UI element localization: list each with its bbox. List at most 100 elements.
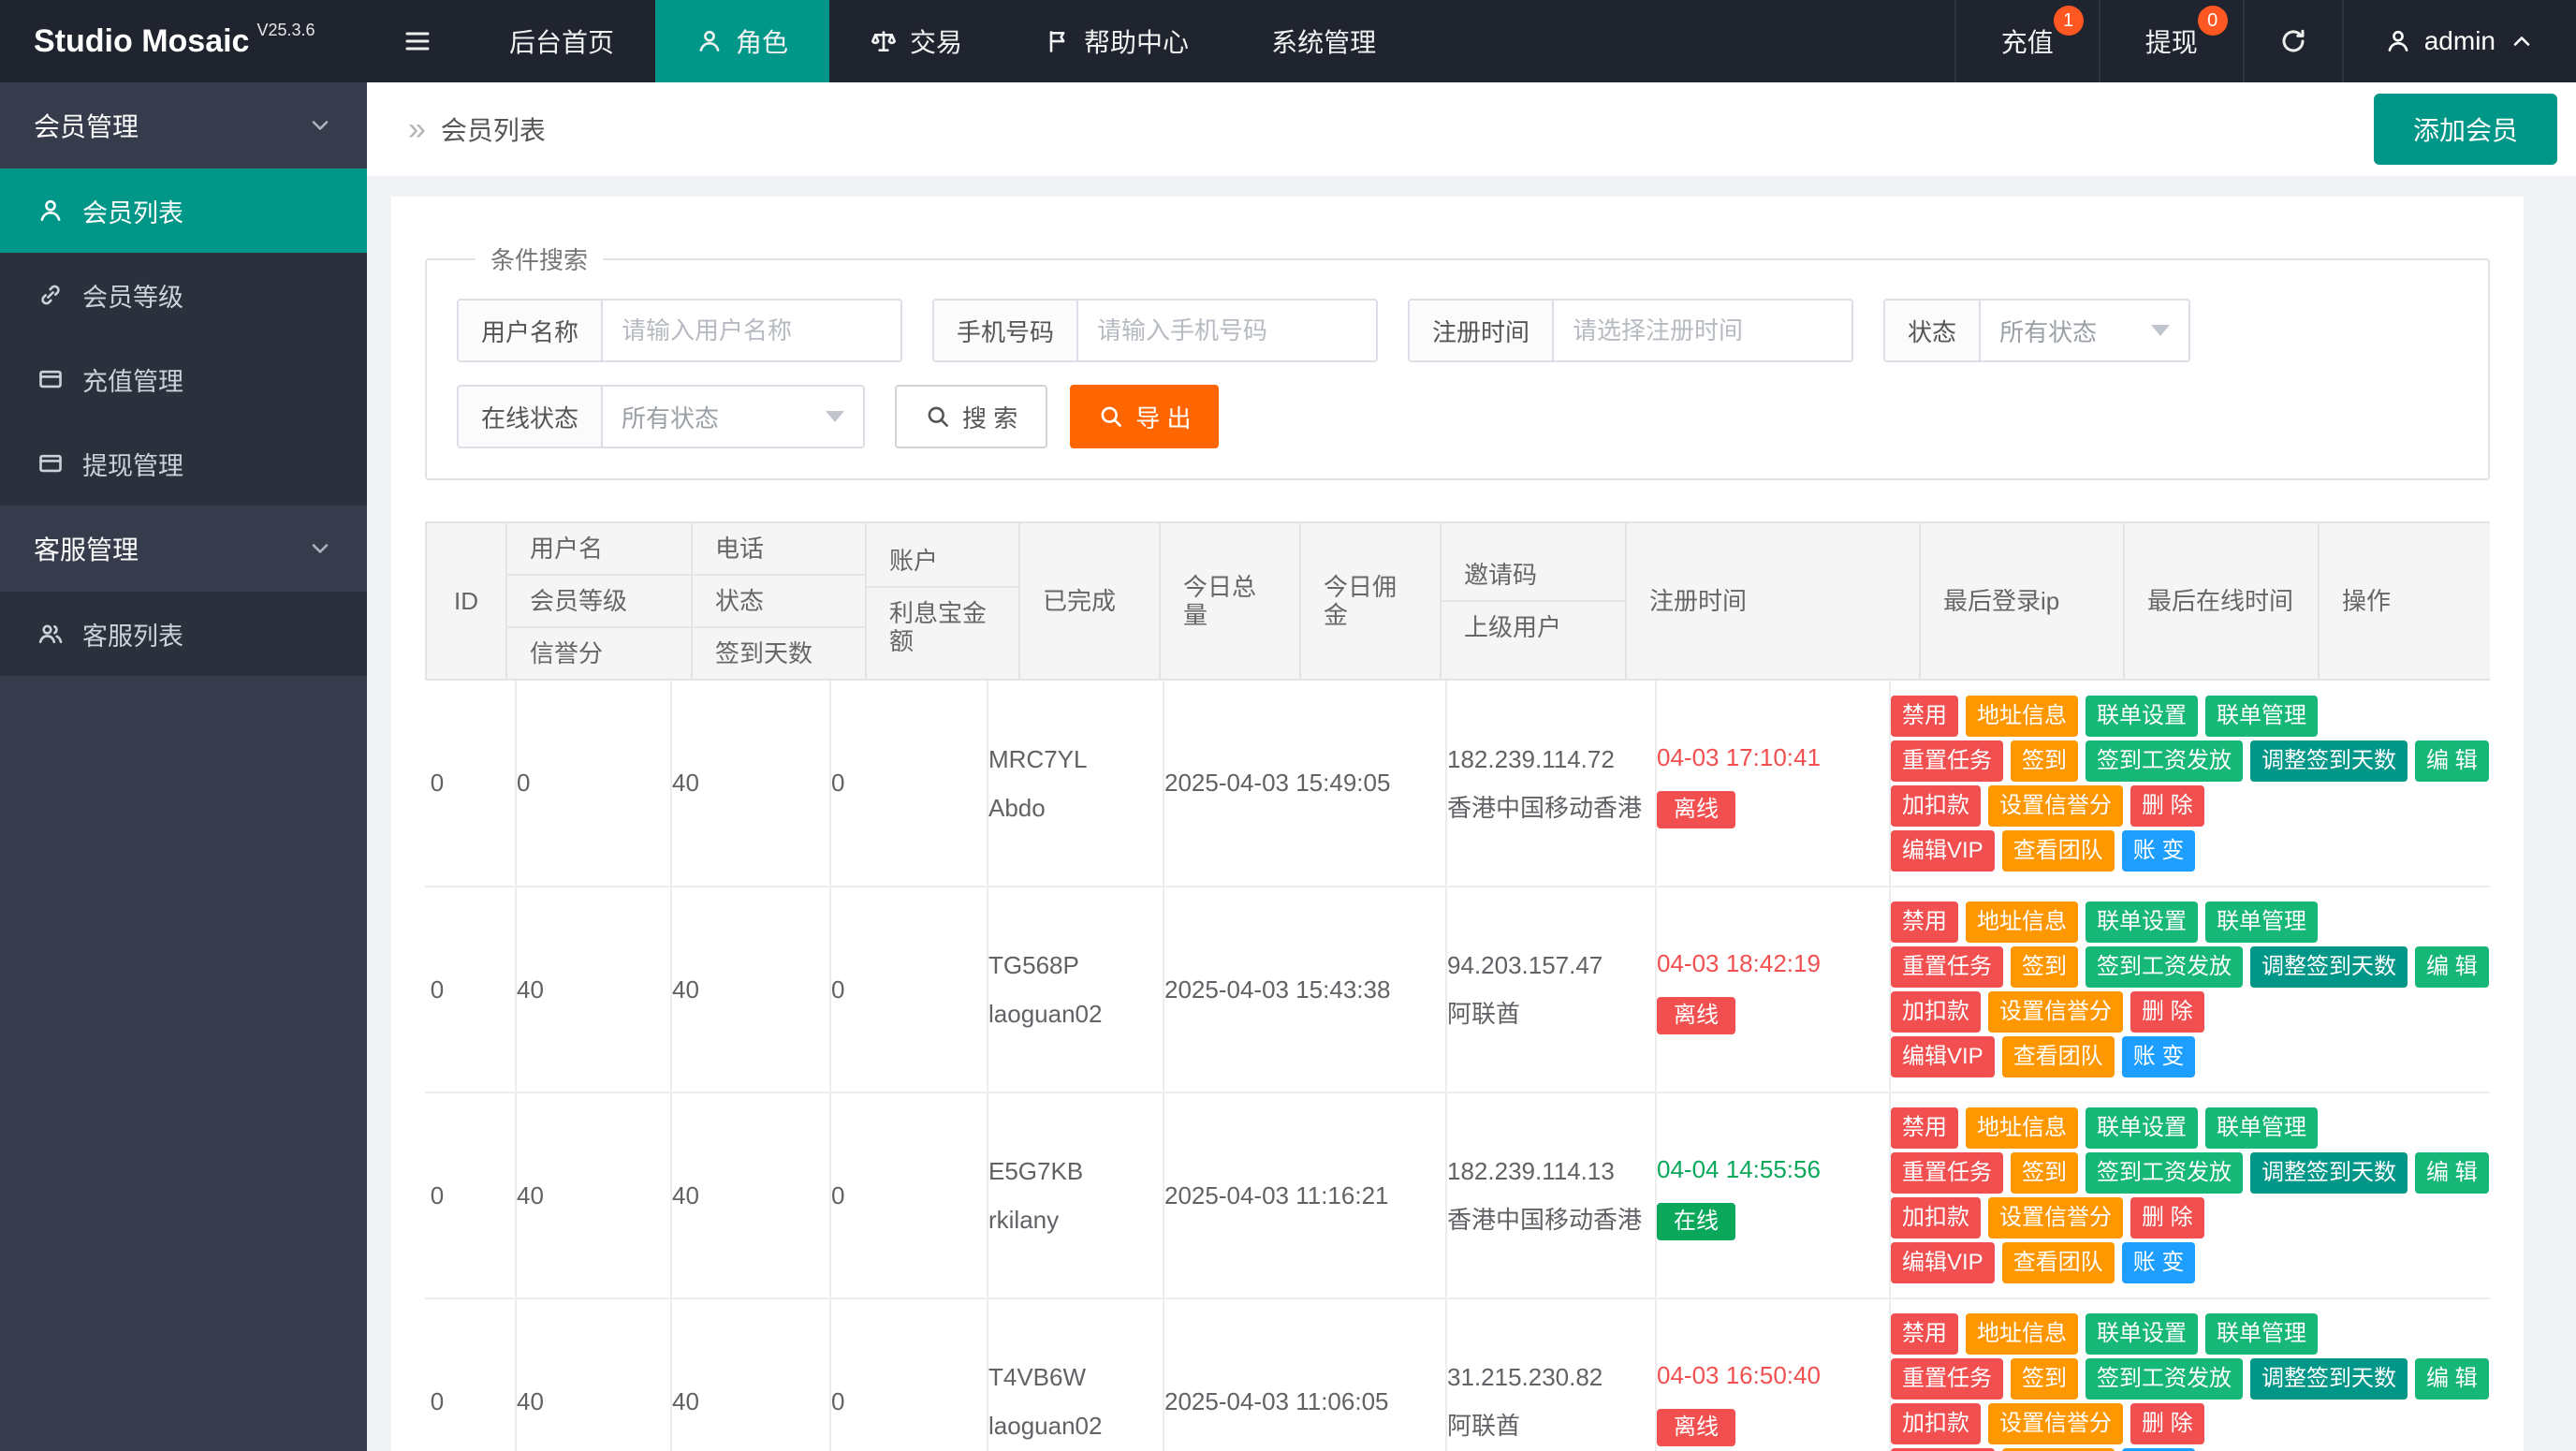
action-button-order-settings[interactable]: 联单设置 bbox=[2086, 901, 2198, 943]
hamburger-button[interactable] bbox=[367, 0, 468, 82]
action-button-set-credit[interactable]: 设置信誉分 bbox=[1988, 991, 2123, 1033]
action-button-order-manage[interactable]: 联单管理 bbox=[2205, 696, 2318, 737]
action-button-view-team[interactable]: 查看团队 bbox=[2002, 830, 2115, 872]
action-button-edit[interactable]: 编 辑 bbox=[2415, 1358, 2489, 1400]
action-button-sign-salary[interactable]: 签到工资发放 bbox=[2086, 946, 2243, 988]
action-button-add-deduct[interactable]: 加扣款 bbox=[1891, 991, 1981, 1033]
action-button-edit[interactable]: 编 辑 bbox=[2415, 946, 2489, 988]
id-cell: 0 bbox=[425, 887, 516, 1092]
action-button-reset-task[interactable]: 重置任务 bbox=[1891, 946, 2003, 988]
action-button-edit-vip[interactable]: 编辑VIP bbox=[1891, 830, 1995, 872]
action-button-view-team[interactable]: 查看团队 bbox=[2002, 1036, 2115, 1077]
top-navbar: Studio Mosaic V25.3.6 后台首页 角色 交易 帮助中心 系统… bbox=[0, 0, 2576, 82]
action-button-disable[interactable]: 禁用 bbox=[1891, 1313, 1958, 1355]
action-button-order-manage[interactable]: 联单管理 bbox=[2205, 1313, 2318, 1355]
action-button-set-credit[interactable]: 设置信誉分 bbox=[1988, 1197, 2123, 1238]
status-select[interactable]: 所有状态 bbox=[1981, 299, 2190, 362]
sign-days-cell: 40 bbox=[671, 887, 830, 1092]
action-button-sign-in[interactable]: 签到 bbox=[2011, 1358, 2078, 1400]
action-button-address-info[interactable]: 地址信息 bbox=[1966, 901, 2078, 943]
action-button-order-manage[interactable]: 联单管理 bbox=[2205, 901, 2318, 943]
nav-item-roles[interactable]: 角色 bbox=[655, 0, 829, 82]
sidebar-item-member-list[interactable]: 会员列表 bbox=[0, 169, 367, 253]
action-button-order-settings[interactable]: 联单设置 bbox=[2086, 1313, 2198, 1355]
action-button-adjust-sign-days[interactable]: 调整签到天数 bbox=[2250, 1152, 2408, 1194]
register-time-input[interactable] bbox=[1554, 299, 1853, 362]
recharge-button[interactable]: 充值 1 bbox=[1954, 0, 2099, 82]
phone-input[interactable] bbox=[1078, 299, 1378, 362]
action-button-order-settings[interactable]: 联单设置 bbox=[2086, 696, 2198, 737]
username-input[interactable] bbox=[603, 299, 902, 362]
action-button-disable[interactable]: 禁用 bbox=[1891, 901, 1958, 943]
action-button-sign-salary[interactable]: 签到工资发放 bbox=[2086, 1358, 2243, 1400]
nav-item-label: 后台首页 bbox=[509, 22, 614, 60]
sidebar-group-member-management[interactable]: 会员管理 bbox=[0, 82, 367, 169]
action-button-account-change[interactable]: 账 变 bbox=[2122, 1036, 2196, 1077]
header-label: 今日总量 bbox=[1161, 562, 1299, 640]
nav-item-system[interactable]: 系统管理 bbox=[1230, 0, 1417, 82]
sidebar-item-support-list[interactable]: 客服列表 bbox=[0, 592, 367, 676]
action-button-account-change[interactable]: 账 变 bbox=[2122, 830, 2196, 872]
action-button-reset-task[interactable]: 重置任务 bbox=[1891, 1152, 2003, 1194]
nav-item-help-center[interactable]: 帮助中心 bbox=[1003, 0, 1230, 82]
refresh-button[interactable] bbox=[2243, 0, 2342, 82]
header-label: 利息宝金额 bbox=[867, 588, 1018, 667]
action-button-delete[interactable]: 删 除 bbox=[2130, 991, 2204, 1033]
action-button-row: 重置任务签到签到工资发放调整签到天数编 辑 bbox=[1891, 1358, 2490, 1400]
last-online-time: 04-03 18:42:19 bbox=[1657, 945, 1889, 982]
action-button-sign-salary[interactable]: 签到工资发放 bbox=[2086, 1152, 2243, 1194]
action-button-sign-in[interactable]: 签到 bbox=[2011, 1152, 2078, 1194]
actions-cell: 禁用地址信息联单设置联单管理重置任务签到签到工资发放调整签到天数编 辑加扣款设置… bbox=[1890, 1092, 2490, 1298]
action-button-sign-in[interactable]: 签到 bbox=[2011, 740, 2078, 782]
action-button-edit-vip[interactable]: 编辑VIP bbox=[1891, 1036, 1995, 1077]
action-button-order-manage[interactable]: 联单管理 bbox=[2205, 1107, 2318, 1149]
action-button-add-deduct[interactable]: 加扣款 bbox=[1891, 1403, 1981, 1444]
action-button-set-credit[interactable]: 设置信誉分 bbox=[1988, 785, 2123, 827]
action-button-add-deduct[interactable]: 加扣款 bbox=[1891, 785, 1981, 827]
action-button-delete[interactable]: 删 除 bbox=[2130, 1197, 2204, 1238]
app-name: Studio Mosaic bbox=[34, 23, 249, 60]
dropdown-arrow-icon bbox=[826, 411, 844, 422]
ip-address: 182.239.114.13 bbox=[1447, 1147, 1655, 1195]
action-button-account-change[interactable]: 账 变 bbox=[2122, 1242, 2196, 1283]
action-button-order-settings[interactable]: 联单设置 bbox=[2086, 1107, 2198, 1149]
action-button-delete[interactable]: 删 除 bbox=[2130, 785, 2204, 827]
action-button-add-deduct[interactable]: 加扣款 bbox=[1891, 1197, 1981, 1238]
action-button-adjust-sign-days[interactable]: 调整签到天数 bbox=[2250, 946, 2408, 988]
action-button-sign-salary[interactable]: 签到工资发放 bbox=[2086, 740, 2243, 782]
action-button-edit[interactable]: 编 辑 bbox=[2415, 1152, 2489, 1194]
action-button-reset-task[interactable]: 重置任务 bbox=[1891, 740, 2003, 782]
online-status-select[interactable]: 所有状态 bbox=[603, 385, 865, 448]
action-button-address-info[interactable]: 地址信息 bbox=[1966, 696, 2078, 737]
score-cell: 40 bbox=[516, 1298, 671, 1451]
action-button-adjust-sign-days[interactable]: 调整签到天数 bbox=[2250, 1358, 2408, 1400]
last-online-cell: 04-03 17:10:41离线 bbox=[1656, 681, 1890, 887]
sidebar-item-recharge-management[interactable]: 充值管理 bbox=[0, 337, 367, 421]
header-label: 注册时间 bbox=[1627, 576, 1919, 626]
export-button[interactable]: 导 出 bbox=[1070, 385, 1219, 448]
action-button-disable[interactable]: 禁用 bbox=[1891, 1107, 1958, 1149]
action-button-sign-in[interactable]: 签到 bbox=[2011, 946, 2078, 988]
nav-item-dashboard[interactable]: 后台首页 bbox=[468, 0, 655, 82]
withdraw-button[interactable]: 提现 0 bbox=[2099, 0, 2243, 82]
parent-user: laoguan02 bbox=[988, 989, 1163, 1038]
action-button-disable[interactable]: 禁用 bbox=[1891, 696, 1958, 737]
search-button[interactable]: 搜 索 bbox=[895, 385, 1047, 448]
actions-cell: 禁用地址信息联单设置联单管理重置任务签到签到工资发放调整签到天数编 辑加扣款设置… bbox=[1890, 1298, 2490, 1451]
sidebar-item-member-level[interactable]: 会员等级 bbox=[0, 253, 367, 337]
action-button-reset-task[interactable]: 重置任务 bbox=[1891, 1358, 2003, 1400]
action-button-edit[interactable]: 编 辑 bbox=[2415, 740, 2489, 782]
sidebar-group-support-management[interactable]: 客服管理 bbox=[0, 506, 367, 592]
add-member-button[interactable]: 添加会员 bbox=[2374, 94, 2557, 165]
action-button-address-info[interactable]: 地址信息 bbox=[1966, 1313, 2078, 1355]
action-button-address-info[interactable]: 地址信息 bbox=[1966, 1107, 2078, 1149]
action-button-edit-vip[interactable]: 编辑VIP bbox=[1891, 1242, 1995, 1283]
user-menu[interactable]: admin bbox=[2342, 0, 2576, 82]
action-button-set-credit[interactable]: 设置信誉分 bbox=[1988, 1403, 2123, 1444]
action-button-view-team[interactable]: 查看团队 bbox=[2002, 1242, 2115, 1283]
sidebar-item-withdraw-management[interactable]: 提现管理 bbox=[0, 421, 367, 506]
nav-item-trade[interactable]: 交易 bbox=[829, 0, 1003, 82]
action-button-adjust-sign-days[interactable]: 调整签到天数 bbox=[2250, 740, 2408, 782]
id-cell: 0 bbox=[425, 1298, 516, 1451]
action-button-delete[interactable]: 删 除 bbox=[2130, 1403, 2204, 1444]
